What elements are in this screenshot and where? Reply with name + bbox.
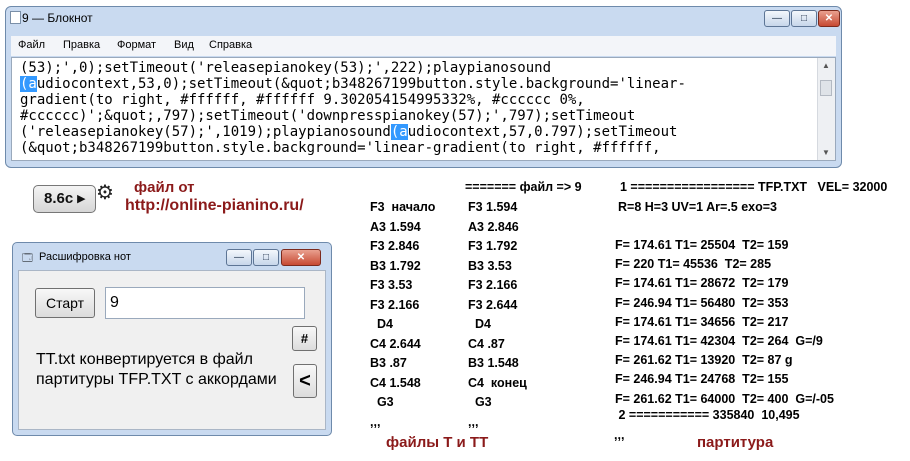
- decoder-dialog: 🗔 Расшифровка нот — □ ✕ Старт 9: [12, 242, 332, 436]
- scroll-down-icon[interactable]: ▼: [822, 148, 830, 157]
- start-button[interactable]: Старт: [35, 288, 95, 318]
- back-button[interactable]: <: [293, 364, 317, 398]
- tt-file-row: F3 1.792: [468, 239, 518, 253]
- dialog-title: Расшифровка нот: [39, 251, 131, 263]
- t-file-row: D4: [370, 317, 393, 331]
- score-caption: партитура: [697, 434, 774, 451]
- dialog-maximize-button[interactable]: □: [253, 249, 279, 266]
- tt-file-row: A3 2.846: [468, 219, 519, 234]
- menu-bar: Файл Правка Формат Вид Справка: [11, 36, 836, 56]
- file-input[interactable]: 9: [105, 287, 305, 319]
- t-file-row: F3 2.166: [370, 297, 420, 312]
- source-caption: файл от: [134, 179, 195, 196]
- menu-help[interactable]: Справка: [209, 39, 252, 51]
- menu-view[interactable]: Вид: [174, 39, 194, 51]
- t-file-row: F3 3.53: [370, 278, 413, 292]
- menu-format[interactable]: Формат: [117, 39, 156, 51]
- notepad-title: 9 — Блокнот: [22, 11, 93, 25]
- t-file-row: G3: [370, 395, 394, 409]
- tt-file-row: F3 2.644: [468, 297, 518, 312]
- text-line: (&quot;b348267199button.style.background…: [20, 140, 661, 156]
- minimize-button[interactable]: —: [764, 10, 790, 27]
- tt-file-row: F3 2.166: [468, 278, 518, 292]
- tt-file-row: B3 3.53: [468, 258, 512, 273]
- menu-edit[interactable]: Правка: [63, 39, 100, 51]
- score-row: F= 174.61 T1= 42304 T2= 264 G=/9: [615, 334, 823, 348]
- notepad-icon: [10, 11, 21, 24]
- tt-file-row: C4 конец: [468, 375, 527, 390]
- t-file-row: B3 1.792: [370, 258, 421, 273]
- tt-file-row: D4: [468, 317, 491, 331]
- text-editor[interactable]: (53);',0);setTimeout('releasepianokey(53…: [11, 57, 836, 161]
- tt-file-header: ======= файл => 9: [465, 180, 582, 194]
- score-row: F= 174.61 T1= 25504 T2= 159: [615, 238, 789, 252]
- notepad-window: 9 — Блокнот — □ ✕ Файл Правка Формат Вид…: [5, 6, 842, 168]
- score-row: F= 246.94 T1= 24768 T2= 155: [615, 372, 789, 387]
- t-file-row: B3 .87: [370, 356, 407, 370]
- tt-file-row: F3 1.594: [468, 200, 518, 214]
- score-end-mark: ,,,: [614, 428, 625, 442]
- t-file-row: F3 2.846: [370, 239, 420, 253]
- score-row: F= 174.61 T1= 28672 T2= 179: [615, 276, 789, 291]
- score-row: F= 261.62 T1= 64000 T2= 400 G=/-05: [615, 391, 834, 406]
- score-footer: 2 =========== 335840 10,495: [615, 408, 800, 422]
- selection: (a: [20, 76, 37, 92]
- files-caption: файлы T и TT: [386, 434, 489, 451]
- scroll-up-icon[interactable]: ▲: [822, 61, 830, 70]
- dialog-message: TT.txt конвертируется в файл партитуры T…: [36, 351, 277, 388]
- score-header: 1 ================= TFP.TXT VEL= 32000: [620, 180, 888, 194]
- gear-icon[interactable]: ⚙: [96, 180, 114, 205]
- score-row: F= 174.61 T1= 34656 T2= 217: [615, 314, 789, 329]
- score-row: F= 246.94 T1= 56480 T2= 353: [615, 295, 789, 310]
- version-button[interactable]: 8.6c ▸: [33, 185, 96, 213]
- tt-file-row: C4 .87: [468, 336, 505, 351]
- maximize-button[interactable]: □: [791, 10, 817, 27]
- tt-file-row: ,,,: [468, 414, 479, 429]
- scroll-thumb[interactable]: [820, 80, 832, 96]
- tt-file-row: B3 1.548: [468, 356, 519, 370]
- close-button[interactable]: ✕: [818, 10, 840, 27]
- text-line: (53);',0);setTimeout('releasepianokey(53…: [20, 60, 552, 76]
- text-line: #cccccc)';&quot;,797);setTimeout('downpr…: [20, 108, 636, 124]
- dialog-close-button[interactable]: ✕: [281, 249, 321, 266]
- text-line: ('releasepianokey(57);',1019);playpianos…: [20, 124, 678, 140]
- text-line: (audiocontext,53,0);setTimeout(&quot;b34…: [20, 76, 686, 92]
- vertical-scrollbar[interactable]: ▲ ▼: [817, 58, 835, 160]
- t-file-row: A3 1.594: [370, 219, 421, 234]
- t-file-row: ,,,: [370, 414, 381, 429]
- source-url: http://online-pianino.ru/: [125, 197, 304, 214]
- score-row: F= 220 T1= 45536 T2= 285: [615, 257, 772, 272]
- dialog-minimize-button[interactable]: —: [226, 249, 252, 266]
- text-line: gradient(to right, #ffffff, #ffffff 9.30…: [20, 92, 585, 108]
- hash-button[interactable]: #: [292, 326, 317, 351]
- menu-file[interactable]: Файл: [18, 39, 45, 51]
- dialog-icon: 🗔: [22, 253, 33, 264]
- t-file-row: C4 1.548: [370, 375, 421, 390]
- selection: (a: [390, 124, 408, 140]
- score-row: F= 261.62 T1= 13920 T2= 87 g: [615, 353, 793, 368]
- score-params: R=8 H=3 UV=1 Ar=.5 exo=3: [618, 200, 778, 214]
- tt-file-row: G3: [468, 395, 492, 409]
- t-file-row: C4 2.644: [370, 336, 421, 351]
- t-file-row: F3 начало: [370, 200, 436, 214]
